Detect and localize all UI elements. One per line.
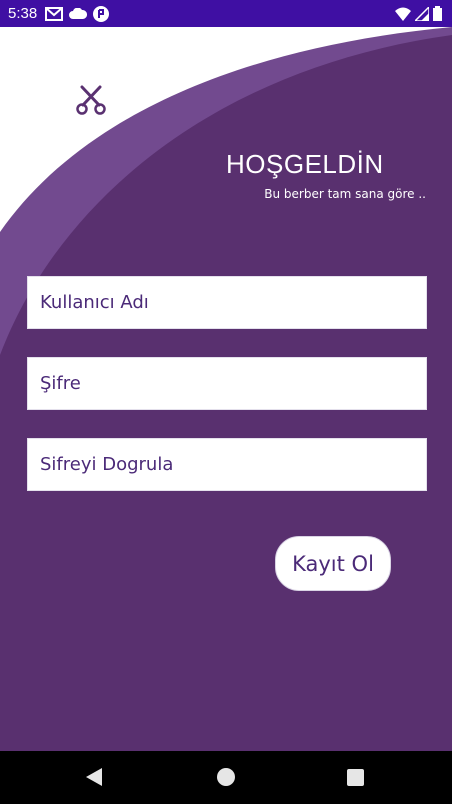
cloud-icon: [69, 7, 88, 19]
gmail-icon: [45, 6, 64, 21]
welcome-title: HOŞGELDİN: [226, 149, 384, 179]
home-icon[interactable]: [217, 768, 235, 786]
wifi-icon: [395, 7, 411, 21]
navigation-bar: [0, 751, 452, 804]
back-icon[interactable]: [86, 768, 102, 786]
system-icons: [395, 6, 442, 21]
scissors-icon: [76, 85, 106, 115]
tagline: Bu berber tam sana göre ..: [264, 187, 426, 201]
status-time: 5:38: [8, 5, 38, 22]
username-field-container: [27, 276, 427, 329]
confirm-password-input[interactable]: [28, 439, 426, 490]
battery-icon: [433, 6, 442, 21]
app-notification-icon: [93, 5, 110, 22]
notification-icons: [45, 5, 110, 22]
password-field-container: [27, 357, 427, 410]
signal-icon: [415, 6, 429, 21]
register-button[interactable]: Kayıt Ol: [275, 536, 391, 591]
register-screen: HOŞGELDİN Bu berber tam sana göre .. Kay…: [0, 27, 452, 751]
confirm-password-field-container: [27, 438, 427, 491]
status-bar: 5:38: [0, 0, 452, 27]
password-input[interactable]: [28, 358, 426, 409]
username-input[interactable]: [28, 277, 426, 328]
recents-icon[interactable]: [347, 769, 364, 786]
